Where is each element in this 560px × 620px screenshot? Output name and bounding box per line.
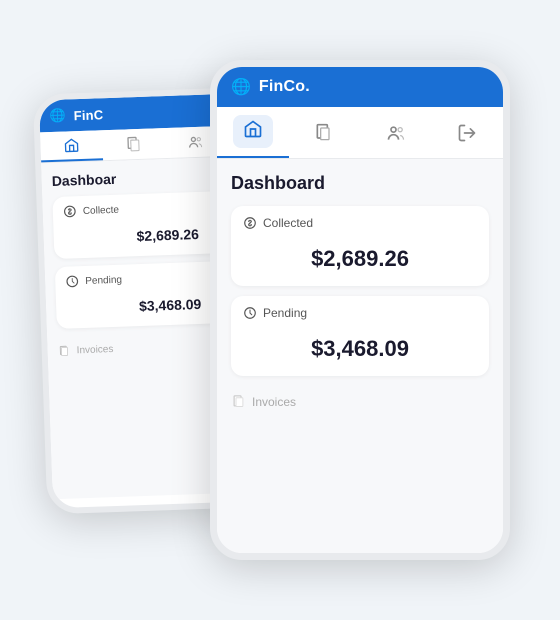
front-nav [217, 107, 503, 159]
back-dollar-icon [63, 204, 77, 218]
front-collected-card: Collected $2,689.26 [231, 206, 489, 286]
front-documents-icon [314, 123, 334, 143]
front-users-icon [386, 123, 406, 143]
front-nav-users[interactable] [360, 107, 432, 158]
front-pending-label: Pending [243, 306, 477, 320]
front-collected-label: Collected [243, 216, 477, 230]
front-content: Dashboard Collected $2,689.26 [217, 159, 503, 555]
front-clock-icon [243, 306, 257, 320]
front-pending-text: Pending [263, 306, 307, 320]
front-logo-icon: 🌐 [231, 77, 251, 97]
front-collected-amount: $2,689.26 [243, 238, 477, 276]
front-header: 🌐 FinCo. [217, 67, 503, 107]
back-nav-documents[interactable] [102, 128, 165, 160]
front-nav-documents[interactable] [289, 107, 361, 158]
front-logout-icon [457, 123, 477, 143]
front-collected-text: Collected [263, 216, 313, 230]
phone-front: 🌐 FinCo. [210, 60, 510, 560]
scene: 🌐 FinCo. [40, 30, 520, 590]
front-page-title: Dashboard [231, 173, 489, 194]
front-invoices-icon [231, 394, 246, 409]
front-pending-amount: $3,468.09 [243, 328, 477, 366]
front-invoices-label: Invoices [252, 395, 296, 409]
front-pending-card: Pending $3,468.09 [231, 296, 489, 376]
back-logo-icon: 🌐 [49, 108, 66, 125]
back-home-icon [63, 137, 80, 154]
back-documents-icon [125, 136, 142, 153]
front-invoices-item: Invoices [231, 386, 489, 409]
back-clock-icon [65, 274, 79, 288]
front-nav-logout[interactable] [432, 107, 504, 158]
front-app-name: FinCo. [259, 78, 310, 96]
back-app-name: FinCo. [73, 106, 115, 122]
back-users-icon [187, 134, 204, 151]
front-nav-home[interactable] [217, 107, 289, 158]
back-nav-home[interactable] [40, 130, 103, 162]
front-dollar-circle-icon [243, 216, 257, 230]
front-home-icon [243, 119, 263, 139]
back-invoices-icon [58, 344, 71, 357]
